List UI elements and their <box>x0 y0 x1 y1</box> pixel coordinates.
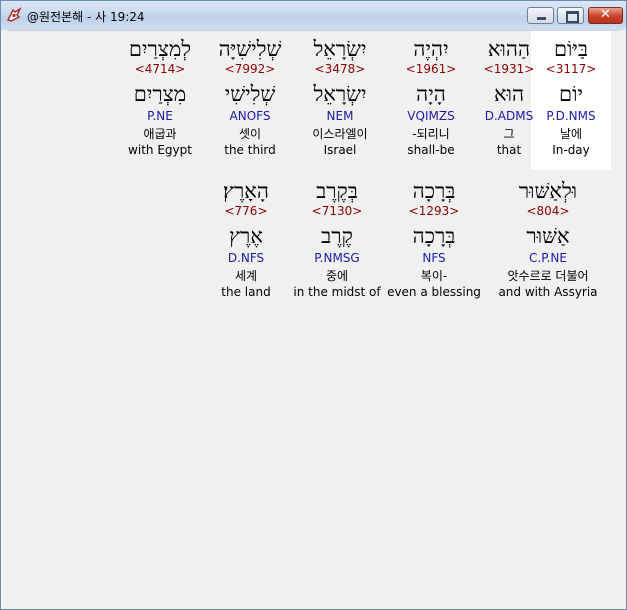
hebrew-word: בְּקֶרֶב <box>316 179 358 203</box>
word-block[interactable]: לְמִצְרַיִם <4714> מִצְרַיִם P.NE 애굽과 wi… <box>114 31 206 158</box>
maximize-button[interactable] <box>557 7 584 24</box>
hebrew-word: הָאָרֶץ׃ <box>223 179 269 203</box>
morphology: P.NMSG <box>314 251 360 265</box>
strong-number[interactable]: <3478> <box>294 62 386 77</box>
word-block[interactable]: הָאָרֶץ׃ <776> אֶרֶץ D.NFS 세계 the land <box>204 173 288 300</box>
word-block[interactable]: יִשְׂרָאֵל <3478> יִשְׂרָאֵל NEM 이스라엘이 I… <box>294 31 386 158</box>
english-gloss: the third <box>224 143 276 157</box>
hebrew-word: יִשְׂרָאֵל <box>313 37 367 61</box>
lemma: יִשְׂרָאֵל <box>313 82 367 106</box>
lemma: קֶרֶב <box>321 224 353 248</box>
morphology: C.P.NE <box>529 251 567 265</box>
lemma: מִצְרַיִם <box>133 82 187 106</box>
lemma: שְׁלִישִׁי <box>224 82 276 106</box>
english-gloss: with Egypt <box>128 143 192 157</box>
bible-app-icon <box>7 7 22 22</box>
strong-number[interactable]: <776> <box>204 204 288 219</box>
english-gloss: in the midst of <box>293 285 381 299</box>
morphology: ANOFS <box>229 109 271 123</box>
morphology: NFS <box>422 251 446 265</box>
hebrew-word: וּלְאַשּׁוּר <box>518 179 578 203</box>
word-block[interactable]: יִהְיֶה <1961> הָיָה VQIMZS -되리니 shall-b… <box>385 31 477 158</box>
interlinear-panel: בַּיּוֹם <3117> יוֹם P.D.NMS 날에 In-day ה… <box>8 30 619 603</box>
hebrew-word: לְמִצְרַיִם <box>128 37 192 61</box>
lemma: הָיָה <box>416 82 446 106</box>
strong-number[interactable]: <7992> <box>204 62 296 77</box>
strong-number[interactable]: <804> <box>488 204 608 219</box>
korean-gloss: 애굽과 <box>143 127 177 141</box>
korean-gloss: 이스라엘이 <box>312 127 368 141</box>
close-button[interactable]: ✕ <box>588 7 623 24</box>
close-icon: ✕ <box>600 7 611 22</box>
english-gloss: even a blessing <box>387 285 481 299</box>
english-gloss: the land <box>221 285 271 299</box>
morphology: VQIMZS <box>407 109 455 123</box>
minimize-icon <box>537 17 546 20</box>
korean-gloss: 앗수르로 더불어 <box>507 269 589 283</box>
morphology: NEM <box>326 109 354 123</box>
word-block[interactable]: וּלְאַשּׁוּר <804> אַשּׁוּר C.P.NE 앗수르로 … <box>488 173 608 300</box>
maximize-icon <box>566 11 579 23</box>
app-window: @원전본해 - 사 19:24 ✕ בַּיּוֹם <3117> יוֹם P… <box>0 0 627 610</box>
morphology: D.NFS <box>227 251 265 265</box>
english-gloss: Israel <box>323 143 357 157</box>
morphology: P.NE <box>147 109 173 123</box>
korean-gloss: 세계 <box>234 269 258 283</box>
english-gloss: and with Assyria <box>498 285 598 299</box>
hebrew-word: בְּרָכָה <box>412 179 456 203</box>
korean-gloss: 복이- <box>420 269 448 283</box>
english-gloss: shall-be <box>407 143 455 157</box>
word-block[interactable]: בְּרָכָה <1293> בְּרָכָה NFS 복이- even a … <box>386 173 482 300</box>
strong-number[interactable]: <4714> <box>114 62 206 77</box>
window-title: @원전본해 - 사 19:24 <box>27 10 145 24</box>
word-block[interactable]: בְּקֶרֶב <7130> קֶרֶב P.NMSG 중에 in the m… <box>289 173 385 300</box>
lemma: בְּרָכָה <box>412 224 456 248</box>
minimize-button[interactable] <box>527 7 554 24</box>
title-bar[interactable]: @원전본해 - 사 19:24 ✕ <box>1 1 626 30</box>
strong-number[interactable]: <1293> <box>386 204 482 219</box>
word-block[interactable]: שְׁלִישִׁיָּה <7992> שְׁלִישִׁי ANOFS 셋이… <box>204 31 296 158</box>
lemma: אַשּׁוּר <box>526 224 570 248</box>
korean-gloss: -되리니 <box>412 127 450 141</box>
korean-gloss: 중에 <box>325 269 349 283</box>
hebrew-word: שְׁלִישִׁיָּה <box>218 37 282 61</box>
hebrew-word: יִהְיֶה <box>413 37 449 61</box>
strong-number[interactable]: <7130> <box>289 204 385 219</box>
korean-gloss: 셋이 <box>238 127 262 141</box>
strong-number[interactable]: <1961> <box>385 62 477 77</box>
lemma: אֶרֶץ <box>229 224 263 248</box>
